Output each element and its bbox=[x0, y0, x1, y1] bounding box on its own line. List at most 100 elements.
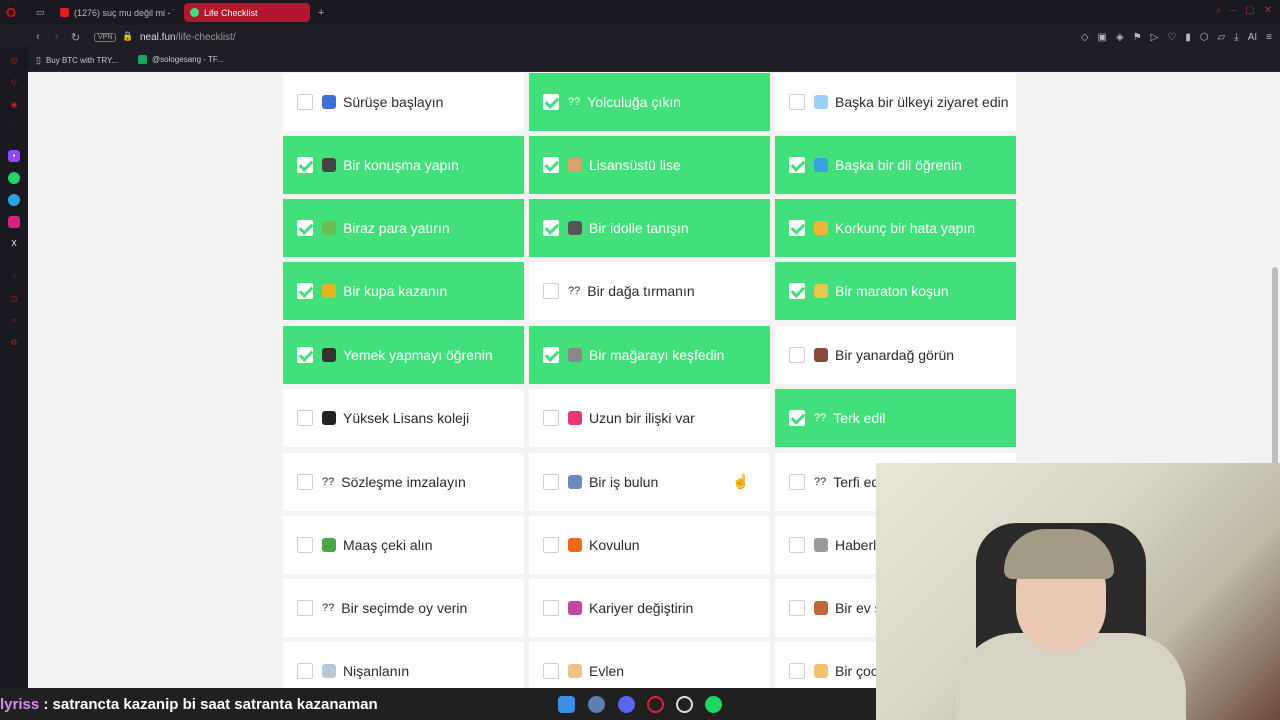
bookmark-item[interactable]: ▯ Buy BTC with TRY... bbox=[36, 55, 118, 66]
checkbox-checked[interactable] bbox=[297, 347, 313, 363]
checklist-item[interactable]: Başka bir dil öğrenin bbox=[775, 136, 1016, 194]
translate-icon[interactable]: ⚑ bbox=[1133, 32, 1142, 43]
checkbox[interactable] bbox=[789, 94, 805, 110]
new-tab-button[interactable]: + bbox=[312, 3, 326, 22]
minimize-icon[interactable]: – bbox=[1231, 5, 1237, 16]
checklist-item[interactable]: Bir yanardağ görün bbox=[775, 326, 1016, 384]
messenger-icon[interactable]: ◌ bbox=[8, 121, 20, 133]
menu-icon[interactable]: ≡ bbox=[1266, 32, 1272, 43]
checklist-item[interactable]: Evlen bbox=[529, 642, 770, 688]
checkbox[interactable] bbox=[789, 347, 805, 363]
windows-start-icon[interactable] bbox=[558, 696, 575, 713]
checkbox-checked[interactable] bbox=[789, 410, 805, 426]
checklist-item[interactable]: Yemek yapmayı öğrenin bbox=[283, 326, 524, 384]
checkbox[interactable] bbox=[543, 474, 559, 490]
shield-icon[interactable]: ◈ bbox=[1116, 32, 1124, 43]
checklist-item[interactable]: Kariyer değiştirin bbox=[529, 579, 770, 637]
checkbox-checked[interactable] bbox=[543, 347, 559, 363]
checklist-item[interactable]: ?? Bir dağa tırmanın bbox=[529, 262, 770, 320]
download-icon[interactable]: ⤓ bbox=[1234, 32, 1238, 43]
checklist-item[interactable]: Kovulun bbox=[529, 516, 770, 574]
checkbox-checked[interactable] bbox=[297, 283, 313, 299]
flow-icon[interactable]: ▽ bbox=[8, 77, 20, 89]
checklist-item[interactable]: Yüksek Lisans koleji bbox=[283, 389, 524, 447]
checklist-item[interactable]: Sürüşe başlayın bbox=[283, 73, 524, 131]
opera-icon[interactable] bbox=[647, 696, 664, 713]
checklist-item[interactable]: Lisansüstü lise bbox=[529, 136, 770, 194]
settings-icon[interactable]: ⚙ bbox=[8, 337, 20, 349]
tab-life-checklist[interactable]: Life Checklist bbox=[184, 3, 310, 22]
checklist-item[interactable]: Bir mağarayı keşfedin bbox=[529, 326, 770, 384]
checkbox-checked[interactable] bbox=[543, 220, 559, 236]
checklist-item[interactable]: Korkunç bir hata yapın bbox=[775, 199, 1016, 257]
twitch-icon[interactable]: ▪ bbox=[8, 150, 20, 162]
checklist-item[interactable]: Başka bir ülkeyi ziyaret edin bbox=[775, 73, 1016, 131]
checkbox[interactable] bbox=[543, 600, 559, 616]
checkbox[interactable] bbox=[297, 474, 313, 490]
snapshot-icon[interactable]: ▣ bbox=[1098, 32, 1107, 43]
checklist-item[interactable]: ?? Bir seçimde oy verin bbox=[283, 579, 524, 637]
checkbox-checked[interactable] bbox=[543, 94, 559, 110]
checkbox-checked[interactable] bbox=[297, 220, 313, 236]
close-icon[interactable]: ✕ bbox=[1264, 5, 1272, 16]
checklist-item[interactable]: Biraz para yatırın bbox=[283, 199, 524, 257]
checkbox[interactable] bbox=[297, 663, 313, 679]
checkbox[interactable] bbox=[543, 663, 559, 679]
checkbox[interactable] bbox=[297, 537, 313, 553]
search-icon[interactable]: ⌕ bbox=[1216, 5, 1222, 16]
checkbox[interactable] bbox=[543, 537, 559, 553]
checkbox[interactable] bbox=[789, 474, 805, 490]
heart-icon[interactable]: ♡ bbox=[1167, 32, 1176, 43]
bookmark-icon[interactable]: ◇ bbox=[1081, 32, 1089, 43]
checkbox[interactable] bbox=[543, 283, 559, 299]
ai-button[interactable]: AI bbox=[1248, 32, 1257, 43]
reload-icon[interactable]: ↻ bbox=[71, 31, 80, 44]
url-field[interactable]: neal.fun/life-checklist/ bbox=[140, 32, 236, 43]
instagram-icon[interactable] bbox=[8, 216, 20, 228]
tab-youtube[interactable]: (1276) suç mu değil mi - Y bbox=[54, 3, 174, 22]
checklist-item[interactable]: ?? Terk edil bbox=[775, 389, 1016, 447]
checklist-item[interactable]: ?? Sözleşme imzalayın bbox=[283, 453, 524, 511]
checkbox[interactable] bbox=[297, 94, 313, 110]
obs-icon[interactable] bbox=[676, 696, 693, 713]
checkbox-checked[interactable] bbox=[543, 157, 559, 173]
checkbox-checked[interactable] bbox=[297, 157, 313, 173]
battery-icon[interactable]: ▮ bbox=[1185, 32, 1191, 43]
clock-icon[interactable]: ◷ bbox=[8, 293, 20, 305]
checklist-item[interactable]: Bir maraton koşun bbox=[775, 262, 1016, 320]
forward-icon[interactable]: › bbox=[55, 31, 59, 43]
checklist-item[interactable]: Bir idolle tanışın bbox=[529, 199, 770, 257]
extensions-icon[interactable]: ⬡ bbox=[1200, 32, 1209, 43]
tab-icon[interactable]: ▱ bbox=[1218, 32, 1226, 43]
telegram-icon[interactable] bbox=[8, 194, 20, 206]
back-icon[interactable]: ‹ bbox=[36, 31, 40, 43]
player-icon[interactable]: ◉ bbox=[8, 99, 20, 111]
checkbox[interactable] bbox=[297, 410, 313, 426]
checkbox[interactable] bbox=[789, 663, 805, 679]
play-icon[interactable]: ▷ bbox=[1151, 32, 1159, 43]
checkbox-checked[interactable] bbox=[789, 157, 805, 173]
checklist-item[interactable]: Bir kupa kazanın bbox=[283, 262, 524, 320]
bookmark-item[interactable]: @sologesang - TF... bbox=[138, 55, 224, 64]
checkbox[interactable] bbox=[789, 600, 805, 616]
checkbox-checked[interactable] bbox=[789, 220, 805, 236]
checkbox[interactable] bbox=[789, 537, 805, 553]
whatsapp-icon[interactable] bbox=[8, 172, 20, 184]
maximize-icon[interactable]: ▢ bbox=[1245, 5, 1254, 16]
checklist-item[interactable]: Bir konuşma yapın bbox=[283, 136, 524, 194]
checklist-item[interactable]: Uzun bir ilişki var bbox=[529, 389, 770, 447]
x-icon[interactable]: X bbox=[8, 238, 20, 250]
spotify-icon[interactable] bbox=[705, 696, 722, 713]
checklist-item[interactable]: ?? Yolculuğa çıkın bbox=[529, 73, 770, 131]
discord-icon[interactable] bbox=[618, 696, 635, 713]
steam-icon[interactable] bbox=[588, 696, 605, 713]
tab-manager-icon[interactable]: ▭ bbox=[30, 3, 52, 22]
checklist-item[interactable]: Nişanlanın bbox=[283, 642, 524, 688]
checkbox[interactable] bbox=[543, 410, 559, 426]
history-icon[interactable]: ○ bbox=[8, 271, 20, 283]
opera-logo-icon[interactable]: O bbox=[0, 3, 28, 22]
aria-icon[interactable]: ◎ bbox=[8, 55, 20, 67]
vpn-badge[interactable]: VPN bbox=[94, 33, 117, 42]
checkbox[interactable] bbox=[297, 600, 313, 616]
checkbox-checked[interactable] bbox=[789, 283, 805, 299]
